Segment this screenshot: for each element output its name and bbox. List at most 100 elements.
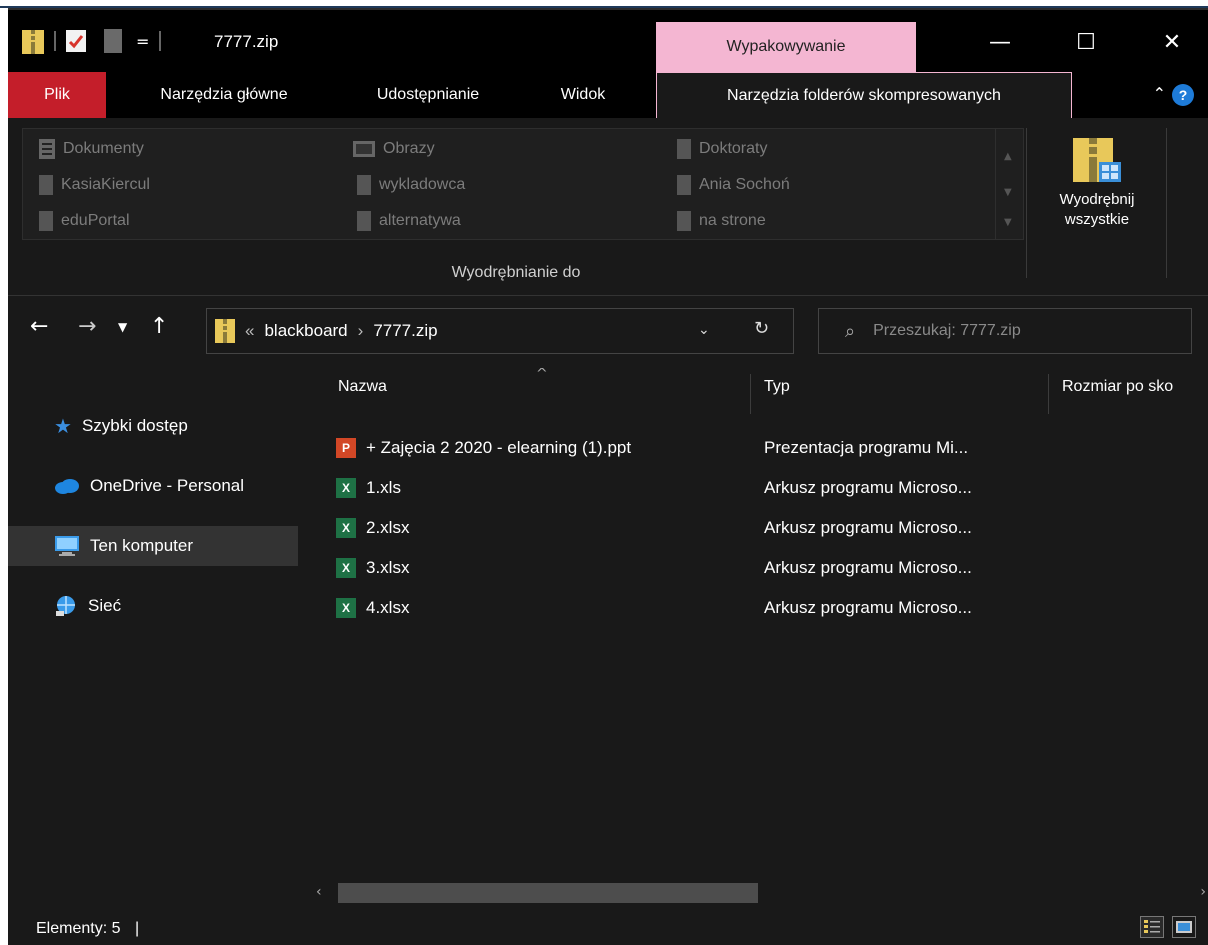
quick-access-toolbar: = <box>22 28 162 54</box>
destination-item[interactable]: wykladowca <box>357 173 465 197</box>
gallery-scrollbar[interactable]: ▲ ▼ ▼ <box>995 129 1023 239</box>
help-icon[interactable]: ? <box>1172 84 1194 106</box>
breadcrumb-item[interactable]: blackboard <box>264 321 347 341</box>
destination-item[interactable]: alternatywa <box>357 209 461 233</box>
column-header-type[interactable]: Typ <box>764 378 790 396</box>
computer-icon <box>55 536 79 556</box>
breadcrumb-overflow[interactable]: « <box>245 321 254 341</box>
destination-item[interactable]: na strone <box>677 209 766 233</box>
breadcrumb-item[interactable]: 7777.zip <box>373 321 437 341</box>
ribbon-separator <box>1026 128 1027 278</box>
large-icons-view-icon <box>1176 921 1192 933</box>
new-folder-icon[interactable] <box>104 29 122 53</box>
up-arrow-icon[interactable]: ↑ <box>150 314 168 339</box>
excel-icon: X <box>336 598 356 618</box>
column-divider[interactable] <box>1048 374 1049 414</box>
file-row[interactable]: X 3.xlsx Arkusz programu Microso... <box>336 550 1206 586</box>
sort-ascending-icon: ^ <box>536 368 548 382</box>
file-row[interactable]: P + Zajęcia 2 2020 - elearning (1).ppt P… <box>336 430 1206 466</box>
file-name: + Zajęcia 2 2020 - elearning (1).ppt <box>366 438 632 457</box>
destination-item[interactable]: Dokumenty <box>39 137 144 161</box>
documents-icon <box>39 139 55 159</box>
destination-item[interactable]: Obrazy <box>353 137 435 161</box>
status-bar: Elementy: 5 | <box>8 908 1208 945</box>
powerpoint-icon: P <box>336 438 356 458</box>
chevron-up-icon[interactable]: ▲ <box>1004 151 1012 162</box>
file-row[interactable]: X 2.xlsx Arkusz programu Microso... <box>336 510 1206 546</box>
title-bar: = 7777.zip Wypakowywanie — ☐ ✕ <box>8 10 1208 72</box>
destination-item[interactable]: Doktoraty <box>677 137 767 161</box>
file-type: Arkusz programu Microso... <box>764 558 972 577</box>
nav-item-label: Ten komputer <box>90 536 193 555</box>
window-title: 7777.zip <box>214 32 279 51</box>
nav-item-quick-access[interactable]: ★ Szybki dostęp <box>8 406 298 446</box>
folder-icon <box>677 139 691 159</box>
search-input[interactable]: ⌕ Przeszukaj: 7777.zip <box>818 308 1192 354</box>
search-icon: ⌕ <box>845 320 856 341</box>
tab-file[interactable]: Plik <box>8 72 106 118</box>
scrollbar-thumb[interactable] <box>338 883 758 903</box>
file-row[interactable]: X 4.xlsx Arkusz programu Microso... <box>336 590 1206 626</box>
collapse-ribbon-icon[interactable]: ⌃ <box>1153 84 1166 103</box>
column-header-compressed-size[interactable]: Rozmiar po sko <box>1062 378 1173 396</box>
close-button[interactable]: ✕ <box>1136 20 1208 64</box>
destination-item[interactable]: Ania Sochoń <box>677 173 790 197</box>
details-view-button[interactable] <box>1140 916 1164 938</box>
recent-locations-chevron-icon[interactable]: ▼ <box>118 320 127 334</box>
extract-all-label-2: wszystkie <box>1064 211 1130 228</box>
star-icon: ★ <box>54 415 72 438</box>
destination-label: na strone <box>699 212 766 229</box>
toolbar-divider-2 <box>159 31 162 51</box>
excel-icon: X <box>336 478 356 498</box>
file-name: 1.xls <box>366 478 401 497</box>
nav-item-network[interactable]: Sieć <box>8 586 298 626</box>
destination-label: eduPortal <box>61 212 130 229</box>
file-type: Arkusz programu Microso... <box>764 478 972 497</box>
nav-item-onedrive[interactable]: OneDrive - Personal <box>8 466 298 506</box>
ribbon-tabs: Plik Narzędzia główne Udostępnianie Wido… <box>8 72 1208 118</box>
destination-item[interactable]: eduPortal <box>39 209 130 233</box>
extract-all-button[interactable]: Wyodrębnij wszystkie <box>1030 132 1164 230</box>
scroll-right-icon[interactable]: › <box>1200 884 1206 900</box>
tab-share[interactable]: Udostępnianie <box>348 72 508 118</box>
tab-view[interactable]: Widok <box>538 72 628 118</box>
tab-home[interactable]: Narzędzia główne <box>124 72 324 118</box>
file-type: Prezentacja programu Mi... <box>764 438 969 457</box>
nav-item-this-pc[interactable]: Ten komputer <box>8 526 298 566</box>
maximize-button[interactable]: ☐ <box>1050 20 1122 64</box>
destination-label: Doktoraty <box>699 140 768 157</box>
back-arrow-icon[interactable]: ← <box>30 314 48 339</box>
column-header-name[interactable]: Nazwa <box>338 378 387 396</box>
scroll-left-icon[interactable]: ‹ <box>316 884 322 900</box>
destination-label: Obrazy <box>383 140 435 157</box>
horizontal-scrollbar[interactable]: ‹ › <box>308 878 1208 908</box>
file-type: Arkusz programu Microso... <box>764 598 972 617</box>
status-divider: | <box>134 920 140 937</box>
search-placeholder: Przeszukaj: 7777.zip <box>873 322 1021 339</box>
item-count-label: Elementy: 5 <box>36 920 121 937</box>
gallery-more-icon[interactable]: ▼ <box>1004 217 1012 228</box>
toolbar-divider <box>54 31 56 51</box>
customize-toolbar-dropdown[interactable]: = <box>136 32 149 51</box>
file-name: 4.xlsx <box>366 598 410 617</box>
destination-item[interactable]: KasiaKiercul <box>39 173 150 197</box>
details-view-icon <box>1144 920 1160 933</box>
nav-item-label: Sieć <box>88 596 122 615</box>
forward-arrow-icon[interactable]: → <box>78 314 96 339</box>
chevron-down-icon[interactable]: ▼ <box>1004 187 1012 198</box>
refresh-icon[interactable]: ↻ <box>754 318 769 339</box>
properties-icon[interactable] <box>66 30 86 52</box>
extract-all-label-1: Wyodrębnij <box>1059 191 1135 208</box>
tab-compressed-folder-tools[interactable]: Narzędzia folderów skompresowanych <box>656 72 1072 118</box>
folder-icon <box>357 211 371 231</box>
large-icons-view-button[interactable] <box>1172 916 1196 938</box>
column-divider[interactable] <box>750 374 751 414</box>
address-dropdown-chevron-icon[interactable]: ⌄ <box>698 322 710 338</box>
file-name: 2.xlsx <box>366 518 410 537</box>
file-explorer-window: = 7777.zip Wypakowywanie — ☐ ✕ Plik Narz… <box>8 8 1208 945</box>
file-row[interactable]: X 1.xls Arkusz programu Microso... <box>336 470 1206 506</box>
nav-item-label: Szybki dostęp <box>81 416 188 435</box>
file-list: ^ Nazwa Typ Rozmiar po sko P + Zajęcia 2… <box>308 368 1208 878</box>
window-top-border <box>0 0 1208 8</box>
minimize-button[interactable]: — <box>964 20 1036 64</box>
